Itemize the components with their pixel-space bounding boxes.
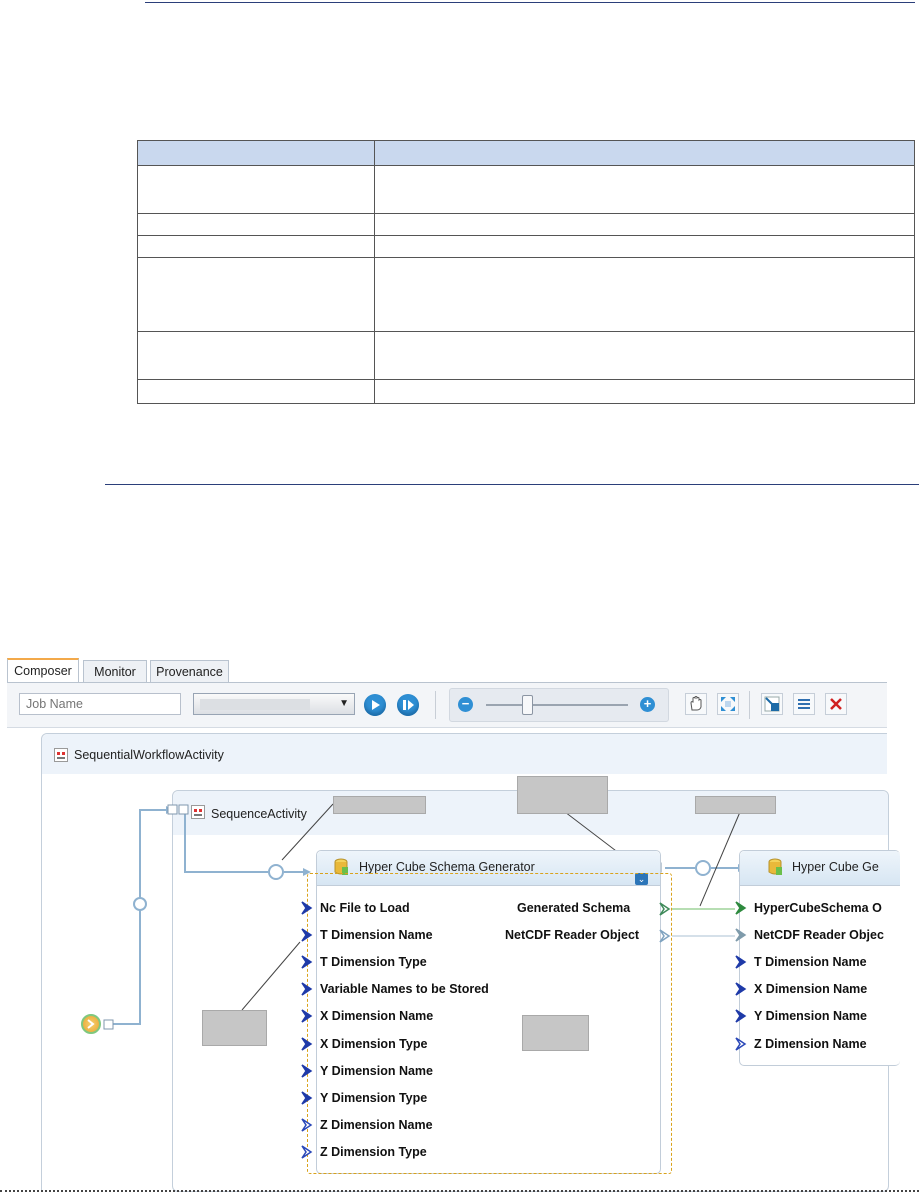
input-port-icon[interactable] bbox=[300, 954, 314, 970]
annotation-box bbox=[202, 1010, 267, 1046]
input-port-icon[interactable] bbox=[734, 954, 748, 970]
input-port-label: T Dimension Name bbox=[754, 955, 867, 970]
database-icon bbox=[768, 858, 782, 875]
annotation-box bbox=[333, 796, 426, 814]
input-port-label: X Dimension Name bbox=[320, 1009, 434, 1024]
start-node-icon[interactable] bbox=[81, 1014, 101, 1034]
output-port-icon[interactable] bbox=[658, 928, 672, 944]
input-port-icon[interactable] bbox=[734, 981, 748, 997]
input-port-label: Variable Names to be Stored bbox=[320, 982, 489, 997]
input-port-icon[interactable] bbox=[734, 1008, 748, 1024]
input-port-label: Y Dimension Name bbox=[754, 1009, 868, 1024]
input-port-icon[interactable] bbox=[300, 927, 314, 943]
input-port-label: T Dimension Name bbox=[320, 928, 433, 943]
input-port-icon[interactable] bbox=[300, 981, 314, 997]
input-port-label: X Dimension Type bbox=[320, 1036, 428, 1051]
input-port-icon[interactable] bbox=[300, 1090, 314, 1106]
input-port-label: HyperCubeSchema O bbox=[754, 901, 882, 915]
input-port-label: Y Dimension Name bbox=[320, 1063, 434, 1078]
input-port-label: Z Dimension Type bbox=[320, 1144, 427, 1159]
input-port-icon[interactable] bbox=[734, 1036, 748, 1052]
activity-title: Hyper Cube Ge bbox=[792, 860, 879, 874]
output-port-label: Generated Schema bbox=[517, 901, 631, 915]
input-port-label: Z Dimension Name bbox=[754, 1036, 867, 1051]
input-port-label: T Dimension Type bbox=[320, 955, 427, 970]
annotation-box bbox=[517, 776, 608, 814]
input-port-label: Y Dimension Type bbox=[320, 1090, 428, 1105]
input-port-icon[interactable] bbox=[300, 900, 314, 916]
annotation-box bbox=[695, 796, 776, 814]
input-port-icon[interactable] bbox=[734, 900, 748, 916]
input-port-icon[interactable] bbox=[300, 1008, 314, 1024]
annotation-box bbox=[522, 1015, 589, 1051]
output-port-label: NetCDF Reader Object bbox=[505, 928, 640, 942]
input-port-icon[interactable] bbox=[734, 927, 748, 943]
input-port-label: X Dimension Name bbox=[754, 982, 868, 997]
input-port-icon[interactable] bbox=[300, 1117, 314, 1133]
input-port-label: Nc File to Load bbox=[320, 901, 410, 915]
input-port-icon[interactable] bbox=[300, 1063, 314, 1079]
input-port-label: Z Dimension Name bbox=[320, 1117, 433, 1132]
input-port-icon[interactable] bbox=[300, 1144, 314, 1160]
output-port-icon[interactable] bbox=[658, 901, 672, 917]
page-bottom-border bbox=[0, 1190, 919, 1192]
activity-title: Hyper Cube Schema Generator bbox=[359, 860, 535, 874]
input-port-icon[interactable] bbox=[300, 1036, 314, 1052]
input-port-label: NetCDF Reader Objec bbox=[754, 928, 884, 943]
